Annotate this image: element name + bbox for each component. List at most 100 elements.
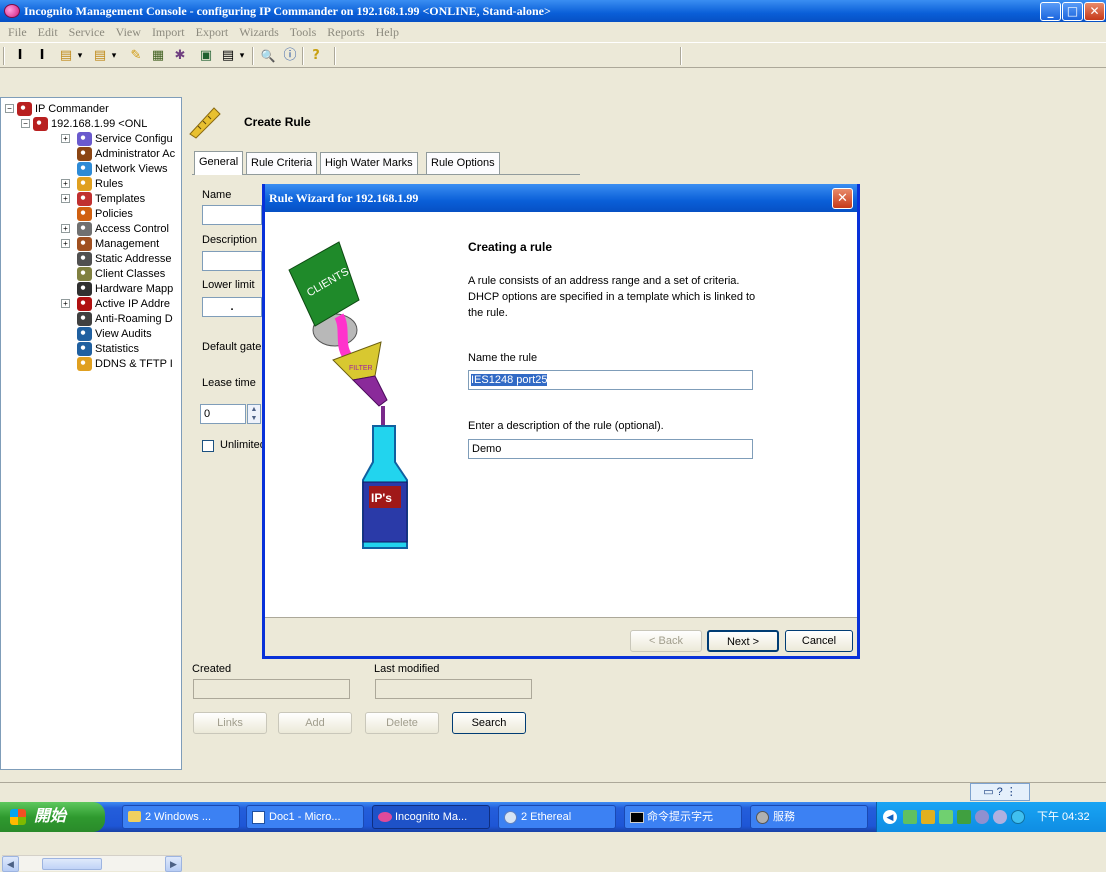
- lease-time-stepper[interactable]: ▲ ▼: [247, 404, 261, 424]
- menu-edit[interactable]: Edit: [38, 25, 58, 39]
- open-folder-icon[interactable]: ▤: [56, 46, 76, 66]
- menu-reports[interactable]: Reports: [327, 25, 364, 39]
- tray-status-alt-icon[interactable]: [993, 810, 1007, 824]
- tree-item[interactable]: + Active IP Addre: [1, 297, 181, 311]
- wizard-close-button[interactable]: ✕: [832, 188, 853, 209]
- dropdown-icon[interactable]: ▾: [74, 46, 86, 66]
- expand-icon[interactable]: +: [61, 134, 70, 143]
- tree-item[interactable]: + Access Control: [1, 222, 181, 236]
- description-field[interactable]: [202, 251, 262, 271]
- tab-rule-criteria[interactable]: Rule Criteria: [246, 152, 318, 174]
- lease-time-field[interactable]: 0: [200, 404, 246, 424]
- document-icon[interactable]: ▤: [218, 46, 238, 66]
- tray-antivirus-icon[interactable]: [921, 810, 935, 824]
- tree-item[interactable]: Static Addresse: [1, 252, 181, 266]
- collapse-icon[interactable]: −: [5, 104, 14, 113]
- tray-status-icon[interactable]: [975, 810, 989, 824]
- search-button[interactable]: Search: [452, 712, 526, 734]
- wizard-next-button[interactable]: Next >: [707, 630, 779, 652]
- menu-export[interactable]: Export: [196, 25, 229, 39]
- tree-item[interactable]: Client Classes: [1, 267, 181, 281]
- tab-high-water-marks[interactable]: High Water Marks: [320, 152, 418, 174]
- task-ethereal[interactable]: 2 Ethereal: [498, 805, 616, 829]
- rule-wizard-dialog: Rule Wizard for 192.168.1.99 ✕ CLIENTS F…: [262, 184, 860, 659]
- close-window-button[interactable]: ✕: [1084, 2, 1105, 21]
- description-label: Description: [202, 234, 258, 246]
- start-button[interactable]: 開始: [0, 802, 105, 832]
- rule-name-input[interactable]: IES1248 port25: [468, 370, 753, 390]
- unlimited-checkbox[interactable]: [202, 440, 214, 452]
- expand-icon[interactable]: +: [61, 194, 70, 203]
- lower-limit-ip-field[interactable]: .: [202, 297, 262, 317]
- tree-item[interactable]: + Management: [1, 237, 181, 251]
- tray-network-icon[interactable]: [903, 810, 917, 824]
- dropdown-icon[interactable]: ▾: [108, 46, 120, 66]
- tree-item[interactable]: Network Views: [1, 162, 181, 176]
- wizard-cancel-button[interactable]: Cancel: [785, 630, 853, 652]
- task-incognito[interactable]: Incognito Ma...: [372, 805, 490, 829]
- links-button[interactable]: Links: [193, 712, 267, 734]
- scroll-thumb[interactable]: [42, 858, 102, 870]
- wizard-title-bar[interactable]: Rule Wizard for 192.168.1.99: [265, 184, 857, 212]
- menu-view[interactable]: View: [116, 25, 141, 39]
- wizard-back-button[interactable]: < Back: [630, 630, 702, 652]
- expand-icon[interactable]: +: [61, 179, 70, 188]
- tools-icon[interactable]: ✱: [170, 46, 190, 66]
- tab-rule-options[interactable]: Rule Options: [426, 152, 500, 174]
- tree-item[interactable]: View Audits: [1, 327, 181, 341]
- navigation-tree[interactable]: − IP Commander −192.168.1.99 <ONL + Service …: [0, 97, 182, 872]
- menu-wizards[interactable]: Wizards: [239, 25, 279, 39]
- tree-item[interactable]: + Templates: [1, 192, 181, 206]
- collapse-icon[interactable]: −: [21, 119, 30, 128]
- tree-item[interactable]: Anti-Roaming D: [1, 312, 181, 326]
- task-command-prompt[interactable]: 命令提示字元: [624, 805, 742, 829]
- menu-import[interactable]: Import: [152, 25, 185, 39]
- pencil-icon[interactable]: ✎: [126, 46, 146, 66]
- task-word-doc[interactable]: Doc1 - Micro...: [246, 805, 364, 829]
- menu-service[interactable]: Service: [69, 25, 105, 39]
- chart-icon[interactable]: ▣: [196, 46, 216, 66]
- minimize-button[interactable]: _: [1040, 2, 1061, 21]
- delete-button[interactable]: Delete: [365, 712, 439, 734]
- scroll-left-icon[interactable]: ◀: [2, 856, 19, 872]
- menu-tools[interactable]: Tools: [290, 25, 317, 39]
- tray-messenger-icon[interactable]: [1011, 810, 1025, 824]
- tab-general[interactable]: General: [194, 151, 244, 175]
- window-title-bar[interactable]: Incognito Management Console - configuri…: [0, 0, 1106, 22]
- task-services[interactable]: 服務: [750, 805, 868, 829]
- tree-item[interactable]: Hardware Mapp: [1, 282, 181, 296]
- tray-expand-icon[interactable]: ◀: [883, 810, 897, 824]
- tree-item[interactable]: + Service Configu: [1, 132, 181, 146]
- name-field[interactable]: [202, 205, 262, 225]
- tree-item[interactable]: − IP Commander: [1, 102, 181, 116]
- tree-horizontal-scrollbar[interactable]: ◀ ▶: [2, 855, 182, 872]
- tree-item[interactable]: + Rules: [1, 177, 181, 191]
- tray-update-icon[interactable]: [957, 810, 971, 824]
- expand-icon[interactable]: +: [61, 239, 70, 248]
- maximize-button[interactable]: □: [1062, 2, 1083, 21]
- server-icon[interactable]: I: [10, 46, 30, 66]
- expand-icon[interactable]: +: [61, 224, 70, 233]
- server-alt-icon[interactable]: I: [32, 46, 52, 66]
- menu-file[interactable]: File: [8, 25, 27, 39]
- task-windows-explorer[interactable]: 2 Windows ...: [122, 805, 240, 829]
- scroll-right-icon[interactable]: ▶: [165, 856, 182, 872]
- tree-item[interactable]: Administrator Ac: [1, 147, 181, 161]
- add-button[interactable]: Add: [278, 712, 352, 734]
- info-icon[interactable]: ⓘ: [280, 46, 300, 66]
- tree-item[interactable]: − 192.168.1.99 <ONL: [1, 117, 181, 131]
- tree-item[interactable]: DDNS & TFTP I: [1, 357, 181, 371]
- toolbar: I I ▤ ▾ ▤ ▾ ✎ ▦ ✱ ▣ ▤ ▾ 🔍 ⓘ ?: [0, 42, 1106, 68]
- tree-item[interactable]: Statistics: [1, 342, 181, 356]
- expand-icon[interactable]: +: [61, 299, 70, 308]
- tree-item[interactable]: Policies: [1, 207, 181, 221]
- menu-help[interactable]: Help: [376, 25, 399, 39]
- grid-icon[interactable]: ▦: [148, 46, 168, 66]
- language-bar[interactable]: ▭ ? ⋮: [970, 783, 1030, 801]
- search-icon[interactable]: 🔍: [258, 46, 278, 66]
- tray-tools-icon[interactable]: [939, 810, 953, 824]
- help-icon[interactable]: ?: [306, 46, 326, 66]
- open-folder-alt-icon[interactable]: ▤: [90, 46, 110, 66]
- dropdown-icon[interactable]: ▾: [236, 46, 248, 66]
- rule-description-input[interactable]: Demo: [468, 439, 753, 459]
